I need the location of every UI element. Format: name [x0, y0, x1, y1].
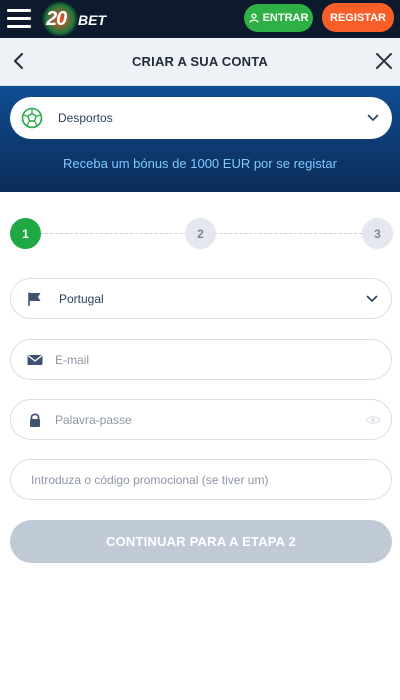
- brand-logo[interactable]: 20 BET: [42, 2, 112, 36]
- promo-code-field[interactable]: [10, 459, 392, 500]
- page-header: CRIAR A SUA CONTA: [0, 38, 400, 86]
- login-label: ENTRAR: [262, 12, 309, 24]
- email-input[interactable]: [55, 349, 355, 371]
- close-icon[interactable]: [374, 51, 394, 71]
- football-icon: [21, 107, 43, 129]
- country-value: Portugal: [59, 292, 104, 306]
- country-select[interactable]: Portugal: [10, 278, 392, 319]
- bonus-banner: Desportos Receba um bónus de 1000 EUR po…: [0, 86, 400, 192]
- envelope-icon: [27, 355, 43, 365]
- eye-icon[interactable]: [365, 412, 381, 428]
- logo-number: 20: [46, 8, 67, 30]
- step-3: 3: [362, 218, 393, 249]
- page-title: CRIAR A SUA CONTA: [131, 54, 269, 69]
- menu-icon[interactable]: [7, 7, 31, 29]
- password-field[interactable]: [10, 399, 392, 440]
- flag-icon: [28, 292, 41, 306]
- step-1: 1: [10, 218, 41, 249]
- top-bar: 20 BET ENTRAR REGISTAR: [0, 0, 400, 38]
- promo-code-input[interactable]: [31, 469, 371, 491]
- login-button[interactable]: ENTRAR: [244, 4, 313, 32]
- logo-suffix: BET: [78, 12, 106, 28]
- sport-selected-value: Desportos: [58, 111, 113, 125]
- chevron-down-icon: [366, 295, 378, 303]
- email-field[interactable]: [10, 339, 392, 380]
- lock-icon: [30, 413, 40, 427]
- password-input[interactable]: [55, 409, 355, 431]
- user-icon: [248, 13, 259, 23]
- continue-button[interactable]: CONTINUAR PARA A ETAPA 2: [10, 520, 392, 563]
- step-indicator: 1 2 3: [0, 218, 400, 250]
- register-button[interactable]: REGISTAR: [322, 3, 394, 32]
- step-2: 2: [185, 218, 216, 249]
- bonus-text: Receba um bónus de 1000 EUR por se regis…: [63, 156, 337, 171]
- chevron-down-icon: [367, 114, 379, 122]
- sport-dropdown[interactable]: Desportos: [10, 97, 392, 139]
